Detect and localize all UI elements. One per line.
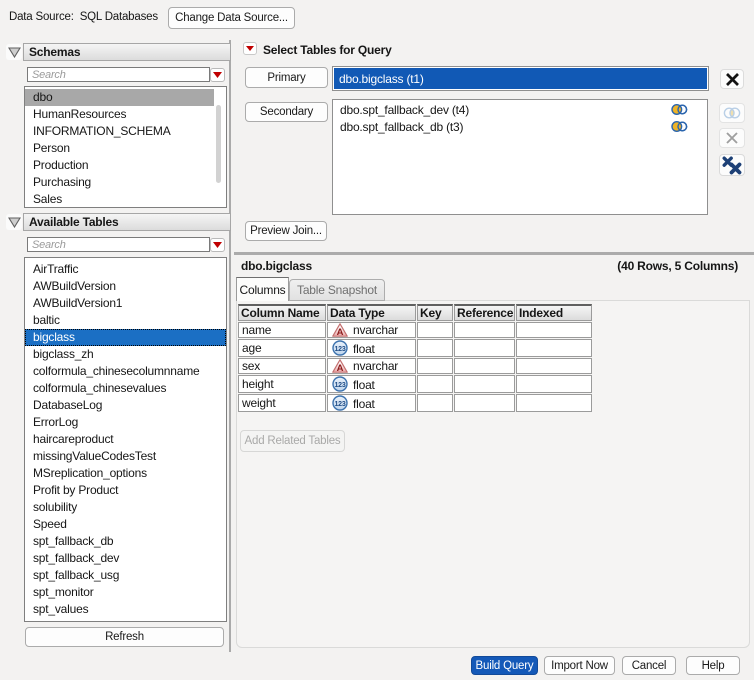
svg-text:123: 123 bbox=[334, 401, 345, 408]
svg-text:123: 123 bbox=[334, 382, 345, 389]
svg-text:123: 123 bbox=[334, 346, 345, 353]
svg-text:A: A bbox=[337, 363, 344, 373]
svg-text:A: A bbox=[337, 327, 344, 337]
